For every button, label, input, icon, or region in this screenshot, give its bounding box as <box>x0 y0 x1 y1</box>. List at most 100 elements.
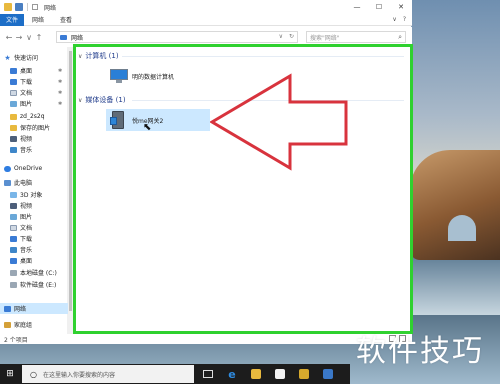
folder-icon <box>10 113 17 120</box>
tab-view[interactable]: 查看 <box>52 15 80 24</box>
back-button[interactable]: ← <box>4 33 14 42</box>
tab-network[interactable]: 网络 <box>24 15 52 24</box>
sidebar-item-label: 视频 <box>20 136 33 143</box>
sidebar-item-label: 家庭组 <box>14 322 33 329</box>
start-button[interactable]: ⊞ <box>0 364 20 384</box>
minimize-button[interactable]: — <box>346 0 368 14</box>
red-arrow-annotation <box>210 73 348 171</box>
sidebar-item[interactable]: 网络 <box>0 303 68 314</box>
title-bar: 网络 — ☐ ✕ <box>0 0 412 14</box>
address-path: 网络 <box>71 34 84 42</box>
help-icon[interactable]: ? <box>403 16 406 23</box>
sidebar-item[interactable]: 音乐 <box>0 144 32 155</box>
sidebar-item-label: 图片 <box>20 101 33 108</box>
search-placeholder: 搜索"网络" <box>310 34 340 42</box>
sidebar-item-label: zd_2s2q <box>20 113 45 120</box>
download-icon <box>10 78 17 85</box>
window-title: 网络 <box>44 4 57 12</box>
sidebar-item[interactable]: 3D 对象 <box>0 189 42 200</box>
recent-locations-button[interactable]: ∨ <box>24 33 34 42</box>
edge-button[interactable]: e <box>222 364 242 384</box>
sidebar-item-label: 下载 <box>20 79 33 86</box>
cloud-icon <box>4 165 11 172</box>
sidebar-item[interactable]: 视频 <box>0 200 32 211</box>
sidebar-item[interactable]: 此电脑 <box>0 177 32 188</box>
navigation-pane: ★ 快速访问 桌面 ✱ 下载 ✱ 文档 ✱ 图片 ✱ zd_2s2q 保存的图片 视频 音乐 OneDriv… <box>0 47 68 334</box>
ribbon-right-controls: ∨ ? <box>392 16 406 23</box>
mail-button[interactable] <box>294 364 314 384</box>
sidebar-item[interactable]: 软件磁盘 (E:) <box>0 279 56 290</box>
collapse-ribbon-icon[interactable]: ∨ <box>392 16 396 23</box>
music-icon <box>10 146 17 153</box>
maximize-button[interactable]: ☐ <box>368 0 390 14</box>
address-field[interactable]: 网络 ∨ ↻ <box>56 31 298 43</box>
sidebar-item[interactable]: 视频 <box>0 133 32 144</box>
sidebar-item[interactable]: zd_2s2q <box>0 111 45 122</box>
quick-access-save-icon[interactable] <box>15 3 23 11</box>
pin-icon[interactable]: ✱ <box>58 79 62 85</box>
sidebar-item[interactable]: 文档 <box>0 222 32 233</box>
status-bar: 2 个项目 <box>0 334 412 344</box>
taskbar-search-placeholder: 在这里输入你要搜索的内容 <box>42 371 115 379</box>
drive-icon <box>10 281 17 288</box>
pin-icon[interactable]: ✱ <box>58 101 62 107</box>
network-icon <box>60 34 67 40</box>
sidebar-item[interactable]: 文档 ✱ <box>0 87 62 98</box>
sidebar-item[interactable]: 本地磁盘 (C:) <box>0 267 57 278</box>
task-view-icon <box>203 370 213 378</box>
sidebar-item-label: 桌面 <box>20 68 33 75</box>
forward-button[interactable]: → <box>14 33 24 42</box>
close-button[interactable]: ✕ <box>390 0 412 14</box>
watermark: 软件技巧 <box>356 334 484 369</box>
sidebar-item[interactable]: 图片 <box>0 211 32 222</box>
pictures-icon <box>10 100 17 107</box>
sidebar-item[interactable]: OneDrive <box>0 163 42 174</box>
up-button[interactable]: ↑ <box>34 33 44 42</box>
sidebar-item-label: OneDrive <box>14 165 43 172</box>
sidebar-item[interactable]: 图片 ✱ <box>0 98 62 109</box>
sidebar-item-label: 保存的图片 <box>20 125 51 132</box>
window-controls: — ☐ ✕ <box>346 0 412 14</box>
sidebar-item[interactable]: 桌面 <box>0 255 32 266</box>
sidebar-item[interactable]: 下载 <box>0 233 32 244</box>
sidebar-item-label: 此电脑 <box>14 180 33 187</box>
video-icon <box>10 135 17 142</box>
taskbar-search-input[interactable]: ○ 在这里输入你要搜索的内容 <box>22 365 194 383</box>
sidebar-item[interactable]: 音乐 <box>0 244 32 255</box>
wallpaper-sea <box>400 255 500 315</box>
new-folder-icon[interactable] <box>32 4 38 10</box>
search-input[interactable]: 搜索"网络" ⌕ <box>306 31 406 43</box>
sidebar-item-label: 文档 <box>20 225 33 232</box>
sidebar-item-label: 3D 对象 <box>20 192 43 199</box>
status-item-count: 2 个项目 <box>4 336 28 344</box>
drive-icon <box>10 269 17 276</box>
sidebar-item-label: 下载 <box>20 236 33 243</box>
file-explorer-taskbar-button[interactable] <box>246 364 266 384</box>
mail-icon <box>299 369 309 379</box>
folder-icon <box>4 3 12 11</box>
pinned-app-button[interactable] <box>318 364 338 384</box>
sidebar-item[interactable]: ★ 快速访问 <box>0 52 38 63</box>
search-icon: ⌕ <box>398 33 402 41</box>
task-view-button[interactable] <box>198 364 218 384</box>
scrollbar-thumb[interactable] <box>69 51 72 311</box>
tab-file[interactable]: 文件 <box>0 13 24 26</box>
download-icon <box>10 235 17 242</box>
sidebar-item[interactable]: 桌面 ✱ <box>0 65 62 76</box>
pin-icon[interactable]: ✱ <box>58 68 62 74</box>
sidebar-item[interactable]: 家庭组 <box>0 319 32 330</box>
pin-icon[interactable]: ✱ <box>58 90 62 96</box>
refresh-button[interactable]: ↻ <box>289 33 294 40</box>
sidebar-item-label: 网络 <box>14 306 27 313</box>
cortana-icon: ○ <box>30 369 37 379</box>
sidebar-item[interactable]: 保存的图片 <box>0 122 50 133</box>
star-icon: ★ <box>4 53 11 62</box>
address-dropdown-icon[interactable]: ∨ <box>279 33 283 40</box>
music-icon <box>10 246 17 253</box>
wallpaper-cliff <box>410 150 500 260</box>
sidebar-item-label: 视频 <box>20 203 33 210</box>
video-icon <box>10 202 17 209</box>
sidebar-item[interactable]: 下载 ✱ <box>0 76 62 87</box>
store-button[interactable] <box>270 364 290 384</box>
pictures-icon <box>10 213 17 220</box>
